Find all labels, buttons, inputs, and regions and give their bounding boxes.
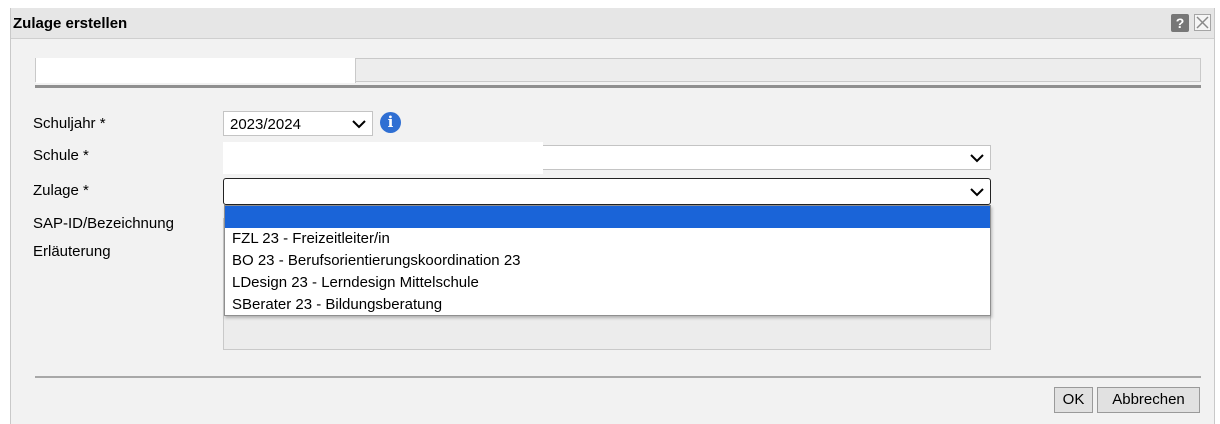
dropdown-option[interactable] — [225, 206, 990, 228]
tab-active[interactable] — [36, 58, 356, 83]
allowance-dropdown-list: FZL 23 - Freizeitleiter/in BO 23 - Beruf… — [224, 205, 991, 316]
close-icon[interactable] — [1194, 14, 1211, 31]
dropdown-option[interactable]: LDesign 23 - Lerndesign Mittelschule — [225, 272, 990, 294]
create-allowance-dialog: Zulage erstellen ? Schuljahr * 2023/2024… — [10, 8, 1215, 424]
cancel-button[interactable]: Abbrechen — [1097, 387, 1200, 413]
dialog-title: Zulage erstellen — [13, 15, 128, 32]
ok-button[interactable]: OK — [1054, 387, 1093, 413]
info-icon[interactable]: i — [380, 112, 401, 133]
school-year-value: 2023/2024 — [230, 116, 301, 133]
question-icon[interactable]: ? — [1171, 14, 1189, 32]
school-year-select[interactable]: 2023/2024 — [223, 111, 373, 136]
school-label: Schule * — [33, 147, 89, 164]
sap-id-label: SAP-ID/Bezeichnung — [33, 215, 174, 232]
school-value-overlay — [223, 142, 543, 174]
tab-strip — [35, 58, 1201, 83]
school-year-label: Schuljahr * — [33, 115, 106, 132]
footer-divider — [35, 376, 1201, 378]
tab-underline — [35, 85, 1201, 88]
dropdown-option[interactable]: SBerater 23 - Bildungsberatung — [225, 294, 990, 316]
explanation-label: Erläuterung — [33, 243, 111, 260]
dialog-titlebar: Zulage erstellen ? — [11, 8, 1214, 39]
chevron-down-icon — [352, 120, 366, 129]
chevron-down-icon — [970, 188, 984, 197]
dropdown-option[interactable]: FZL 23 - Freizeitleiter/in — [225, 228, 990, 250]
allowance-label: Zulage * — [33, 182, 89, 199]
allowance-select[interactable] — [223, 178, 991, 205]
chevron-down-icon — [970, 154, 984, 163]
dropdown-option[interactable]: BO 23 - Berufsorientierungskoordination … — [225, 250, 990, 272]
